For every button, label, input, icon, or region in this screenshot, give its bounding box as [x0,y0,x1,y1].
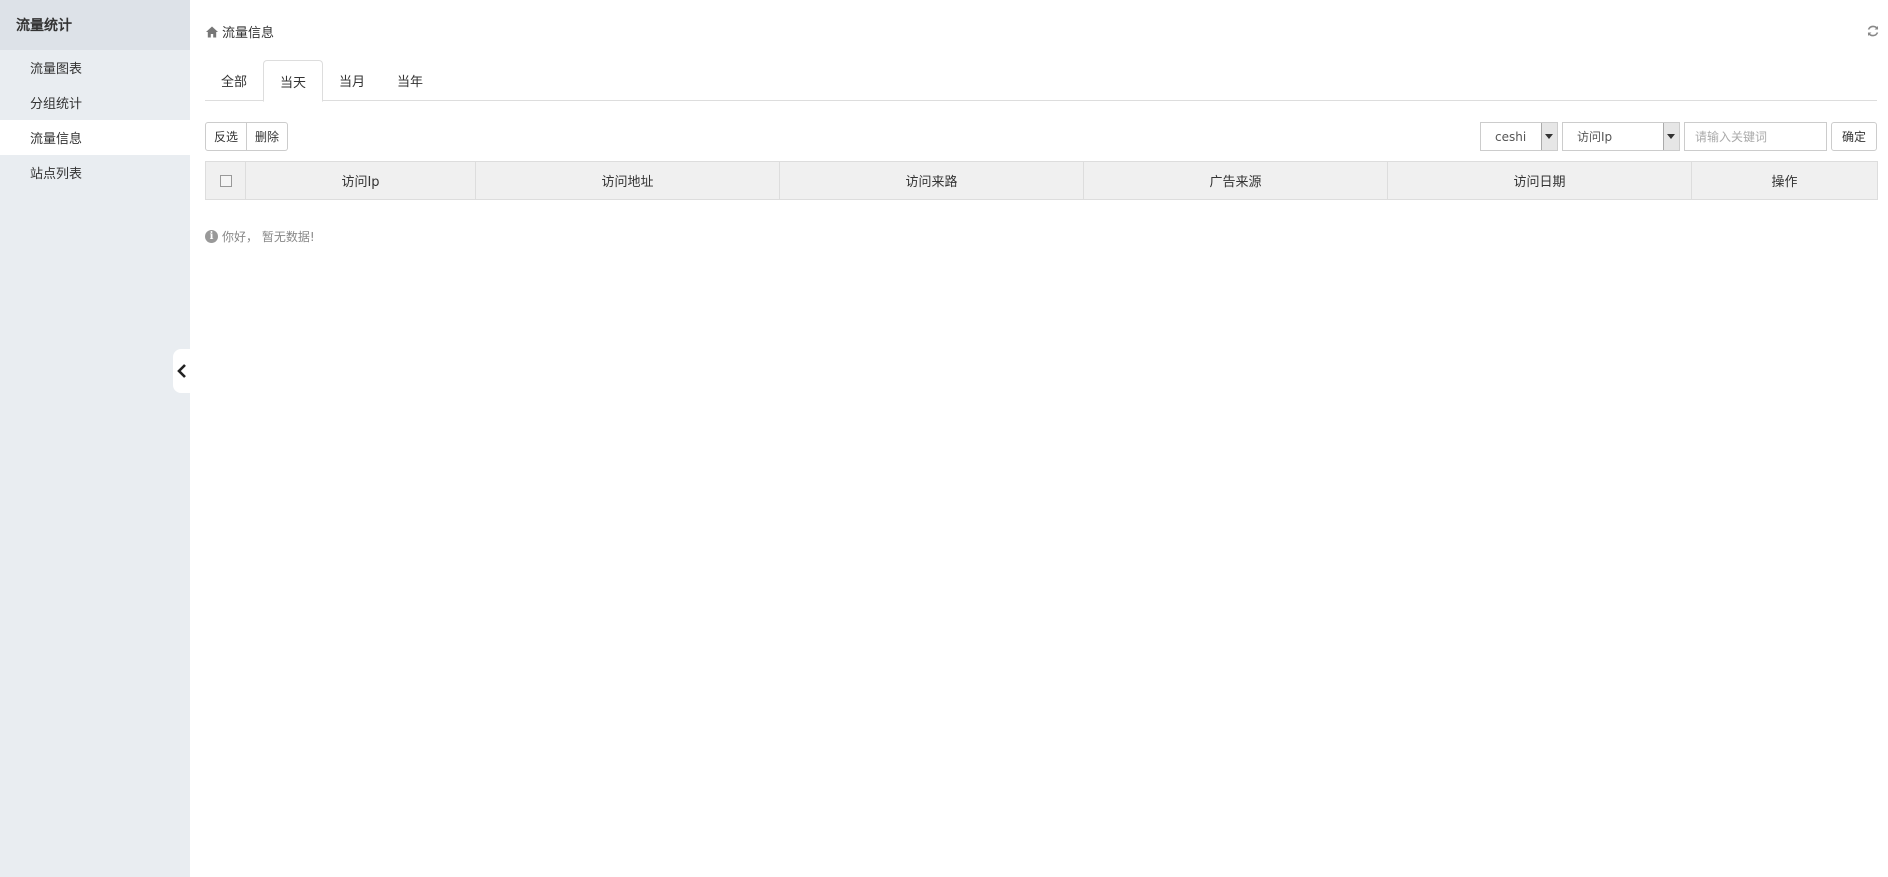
date-range-tabs: 全部 当天 当月 当年 [205,60,1877,102]
site-select[interactable]: ceshi [1479,122,1558,151]
chevron-left-icon [177,364,186,378]
home-icon[interactable] [205,25,219,39]
search-filters: ceshi 访问Ip 确定 [1479,122,1877,151]
chevron-down-icon[interactable] [1540,123,1557,150]
tab-today[interactable]: 当天 [263,60,324,102]
column-header-visit-date[interactable]: 访问日期 [1387,161,1692,200]
column-header-visit-ip[interactable]: 访问Ip [245,161,476,200]
refresh-icon[interactable] [1866,24,1880,38]
sidebar: 流量统计 流量图表 分组统计 流量信息 站点列表 [0,0,190,877]
chevron-down-icon[interactable] [1662,123,1679,150]
field-select[interactable]: 访问Ip [1561,122,1680,151]
column-header-ad-source[interactable]: 广告来源 [1083,161,1388,200]
field-select-value: 访问Ip [1576,130,1613,144]
delete-button[interactable]: 删除 [247,122,289,151]
info-icon: i [205,230,218,243]
tab-this-year[interactable]: 当年 [381,60,439,101]
column-header-actions: 操作 [1691,161,1878,200]
tab-this-month[interactable]: 当月 [323,60,381,101]
invert-selection-button[interactable]: 反选 [205,122,248,151]
tab-all[interactable]: 全部 [205,60,263,101]
site-select-value: ceshi [1494,129,1527,144]
breadcrumb: 流量信息 [205,22,274,41]
sidebar-collapse-button[interactable] [173,349,191,393]
empty-state: i 你好， 暂无数据! [205,228,315,245]
sidebar-item-traffic-chart[interactable]: 流量图表 [0,50,190,85]
bulk-action-group: 反选 删除 [205,122,289,151]
sidebar-item-traffic-info[interactable]: 流量信息 [0,120,190,155]
select-all-cell [205,161,246,200]
confirm-search-button[interactable]: 确定 [1830,122,1877,151]
sidebar-item-group-stats[interactable]: 分组统计 [0,85,190,120]
sidebar-title: 流量统计 [0,0,190,50]
main-content: 流量信息 全部 当天 当月 当年 反选 删除 ceshi 访问Ip 确定 [190,0,1888,877]
sidebar-item-site-list[interactable]: 站点列表 [0,155,190,190]
page-title: 流量信息 [222,26,275,41]
select-all-checkbox[interactable] [219,174,232,187]
empty-message: 你好， 暂无数据! [222,230,315,244]
traffic-table: 访问Ip 访问地址 访问来路 广告来源 访问日期 操作 [205,161,1878,200]
column-header-referrer[interactable]: 访问来路 [779,161,1084,200]
table-header-row: 访问Ip 访问地址 访问来路 广告来源 访问日期 操作 [205,161,1878,200]
keyword-search-input[interactable] [1683,122,1827,151]
column-header-visit-url[interactable]: 访问地址 [475,161,780,200]
